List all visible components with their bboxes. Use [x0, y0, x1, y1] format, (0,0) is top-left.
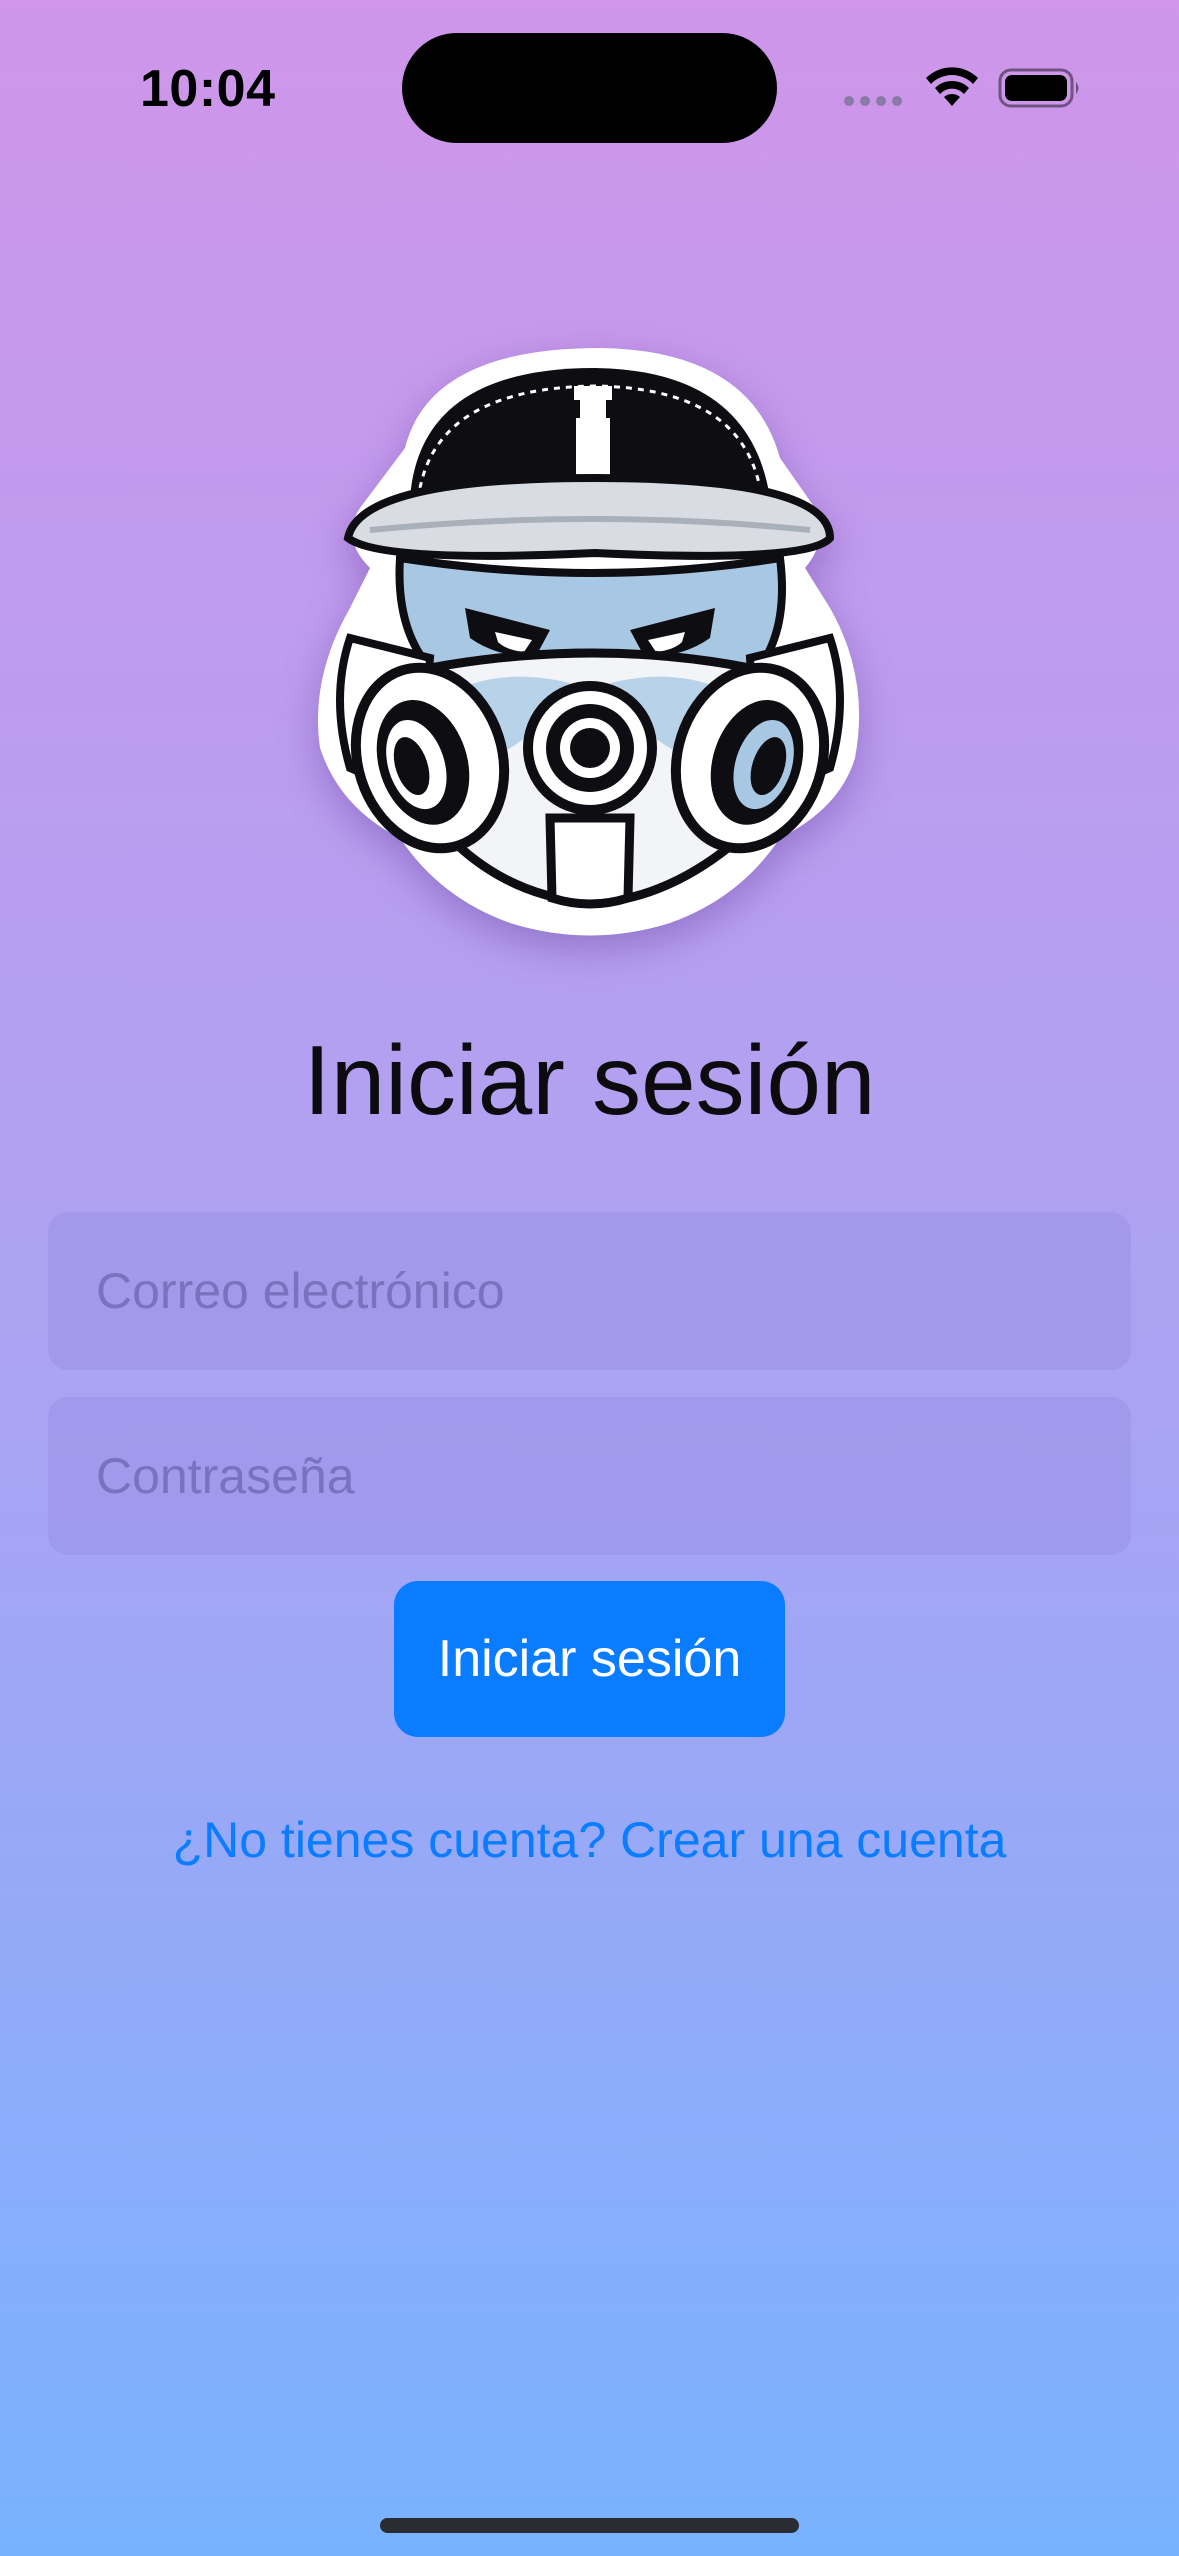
home-indicator[interactable] [380, 2518, 799, 2533]
create-account-link[interactable]: ¿No tienes cuenta? Crear una cuenta [0, 1805, 1179, 1875]
battery-icon [998, 68, 1079, 108]
password-input[interactable] [96, 1397, 1096, 1555]
status-time: 10:04 [140, 60, 276, 118]
page-title: Iniciar sesión [303, 1025, 876, 1135]
login-button[interactable]: Iniciar sesión [394, 1581, 785, 1737]
gas-mask-character-logo [318, 348, 860, 936]
signal-dots-icon [844, 96, 902, 106]
email-input[interactable] [96, 1212, 1096, 1370]
wifi-icon [926, 67, 978, 106]
login-screen: 10:04 Iniciar sesión Correo electrónico … [0, 0, 1179, 2556]
email-field[interactable] [48, 1212, 1131, 1370]
password-field[interactable] [48, 1397, 1131, 1555]
dynamic-island [402, 33, 777, 143]
